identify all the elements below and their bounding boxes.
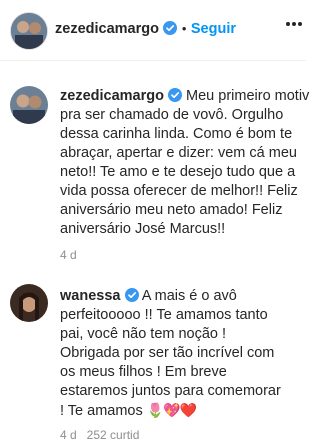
caption-text-line: pra ser chamado de vovô. Orgulho (60, 107, 284, 123)
verified-badge-icon (163, 21, 178, 35)
caption-text-line: dessa carinha linda. Como é bom te (60, 126, 293, 142)
separator-dot: • (181, 21, 187, 36)
caption-profile-photo (10, 86, 48, 124)
header-user-row: zezedicamargo • Seguir (55, 20, 236, 38)
caption-avatar[interactable] (10, 86, 48, 124)
caption-text-line: abraçar, apertar e dizer: vem cá meu (60, 145, 297, 161)
profile-photo (11, 13, 47, 49)
caption-text-line: Meu primeiro motiv (186, 88, 310, 104)
header-divider (0, 60, 306, 61)
wanessa-text-line: ! Te amamos (60, 403, 143, 419)
wanessa-last-line: ! Te amamos 🌷💖❤️ (60, 401, 300, 421)
wanessa-text-line: estaremos juntos para comemorar (60, 383, 281, 399)
more-options-icon[interactable] (286, 22, 302, 28)
wanessa-text-line: os meus filhos ! Em breve (60, 364, 227, 380)
caption-timestamp[interactable]: 4 d (60, 248, 77, 262)
wanessa-text-line: A mais é o avô (141, 288, 237, 304)
wanessa-profile-photo (10, 284, 48, 322)
wanessa-avatar[interactable] (10, 284, 48, 322)
wanessa-first-line: wanessa A mais é o avô (60, 287, 300, 306)
flower-hearts-emoji: 🌷💖❤️ (146, 402, 197, 418)
wanessa-text-line: pai, você não tem noção ! (60, 326, 227, 342)
verified-badge-icon (168, 88, 182, 102)
caption-text-line: aniversário meu neto amado! Feliz (60, 202, 283, 218)
wanessa-comment: wanessa A mais é o avô perfeitooooo !! T… (60, 287, 300, 421)
wanessa-comment-meta[interactable]: 4 d 252 curtid (60, 428, 139, 442)
caption-author[interactable]: zezedicamargo (60, 88, 164, 104)
caption-first-line: zezedicamargo Meu primeiro motiv (60, 87, 310, 106)
caption-text-line: vida possa oferecer de melhor!! Feliz (60, 183, 298, 199)
wanessa-text-line: Obrigada por ser tão incrível com (60, 345, 275, 361)
header-avatar[interactable] (10, 12, 48, 50)
verified-badge-icon (124, 288, 139, 302)
wanessa-author[interactable]: wanessa (60, 288, 120, 304)
caption-comment: zezedicamargo Meu primeiro motiv pra ser… (60, 87, 310, 239)
header-username[interactable]: zezedicamargo (55, 21, 159, 37)
caption-text-line: aniversário José Marcus!! (60, 221, 226, 237)
follow-button[interactable]: Seguir (191, 21, 236, 37)
caption-text-line: neto!! Te amo e te desejo tudo que a (60, 164, 296, 180)
wanessa-text-line: perfeitooooo !! Te amamos tanto (60, 307, 268, 323)
